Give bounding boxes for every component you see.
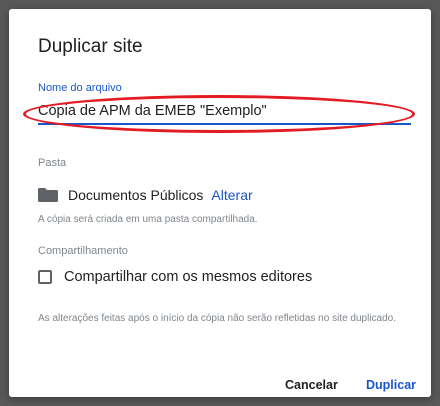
file-name-input[interactable]: [38, 99, 411, 125]
sharing-section-label: Compartilhamento: [38, 245, 128, 257]
duplicate-button[interactable]: Duplicar: [366, 378, 416, 392]
share-editors-label: Compartilhar com os mesmos editores: [64, 269, 313, 285]
share-editors-checkbox[interactable]: [38, 270, 52, 284]
folder-icon: [38, 188, 58, 202]
folder-hint: A cópia será criada em uma pasta compart…: [38, 214, 258, 225]
folder-row: Documentos Públicos Alterar: [38, 186, 253, 204]
folder-section-label: Pasta: [38, 157, 67, 169]
dialog-title: Duplicar site: [38, 36, 143, 57]
folder-name: Documentos Públicos: [68, 187, 204, 203]
copy-note: As alterações feitas após o início da có…: [38, 313, 396, 324]
share-editors-option[interactable]: Compartilhar com os mesmos editores: [38, 269, 312, 285]
duplicate-site-dialog: Duplicar site Nome do arquivo Pasta Docu…: [9, 9, 431, 397]
cancel-button[interactable]: Cancelar: [285, 378, 338, 392]
file-name-label: Nome do arquivo: [38, 82, 122, 94]
change-folder-link[interactable]: Alterar: [211, 187, 252, 203]
